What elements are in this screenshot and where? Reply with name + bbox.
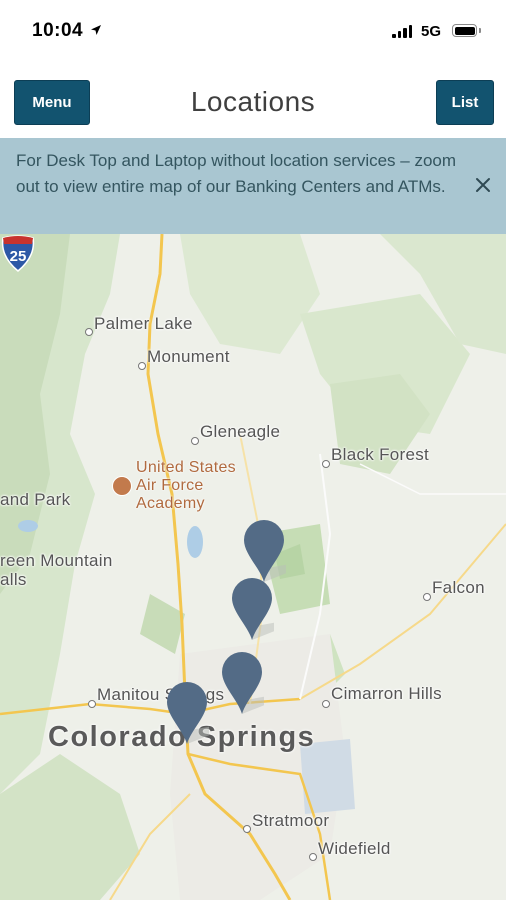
place-label-woodland-park: and Park <box>0 490 71 509</box>
battery-icon <box>452 24 477 37</box>
network-type: 5G <box>421 23 442 40</box>
place-label-cimarron-hills: Cimarron Hills <box>331 684 442 703</box>
status-time: 10:04 <box>32 20 84 41</box>
interstate-shield-icon: 25 <box>1 235 35 272</box>
place-label-black-forest: Black Forest <box>331 445 430 464</box>
place-label-falcon: Falcon <box>432 578 485 597</box>
map-view[interactable]: Palmer Lake Monument Gleneagle Black For… <box>0 234 506 900</box>
place-dot-black-forest <box>322 460 330 468</box>
place-dot-manitou <box>88 700 96 708</box>
place-dot-cimarron-hills <box>322 700 330 708</box>
location-arrow-icon <box>91 25 101 35</box>
signal-icon <box>392 24 412 38</box>
poi-text: United States Air Force Academy <box>136 459 236 512</box>
academy-poi-icon <box>112 476 132 496</box>
location-pin-4[interactable] <box>165 680 209 750</box>
place-label-monument: Monument <box>147 347 230 366</box>
place-label-widefield: Widefield <box>318 839 391 858</box>
place-label-palmer-lake: Palmer Lake <box>94 314 193 333</box>
location-pin-3[interactable] <box>220 650 264 720</box>
poi-label-academy: United States Air Force Academy <box>136 459 266 513</box>
banner-text: For Desk Top and Laptop without location… <box>16 151 457 196</box>
interstate-number: 25 <box>10 248 27 265</box>
place-label-green-mountain: reen Mountain <box>0 551 113 570</box>
place-label-stratmoor: Stratmoor <box>252 811 330 830</box>
location-pin-2[interactable] <box>230 576 274 646</box>
status-bar: 10:04 5G <box>0 0 506 64</box>
info-banner: For Desk Top and Laptop without location… <box>0 138 506 234</box>
place-dot-palmer-lake <box>85 328 93 336</box>
nav-bar: Menu Locations List <box>0 64 506 138</box>
place-dot-gleneagle <box>191 437 199 445</box>
battery-cap <box>479 28 481 33</box>
place-dot-stratmoor <box>243 825 251 833</box>
place-dot-widefield <box>309 853 317 861</box>
page-title: Locations <box>190 86 316 117</box>
place-dot-falcon <box>423 593 431 601</box>
place-label-gleneagle: Gleneagle <box>200 422 281 441</box>
place-label-falls: alls <box>0 570 27 589</box>
place-dot-monument <box>138 362 146 370</box>
list-button[interactable]: List <box>436 80 494 125</box>
close-icon[interactable] <box>474 176 492 194</box>
